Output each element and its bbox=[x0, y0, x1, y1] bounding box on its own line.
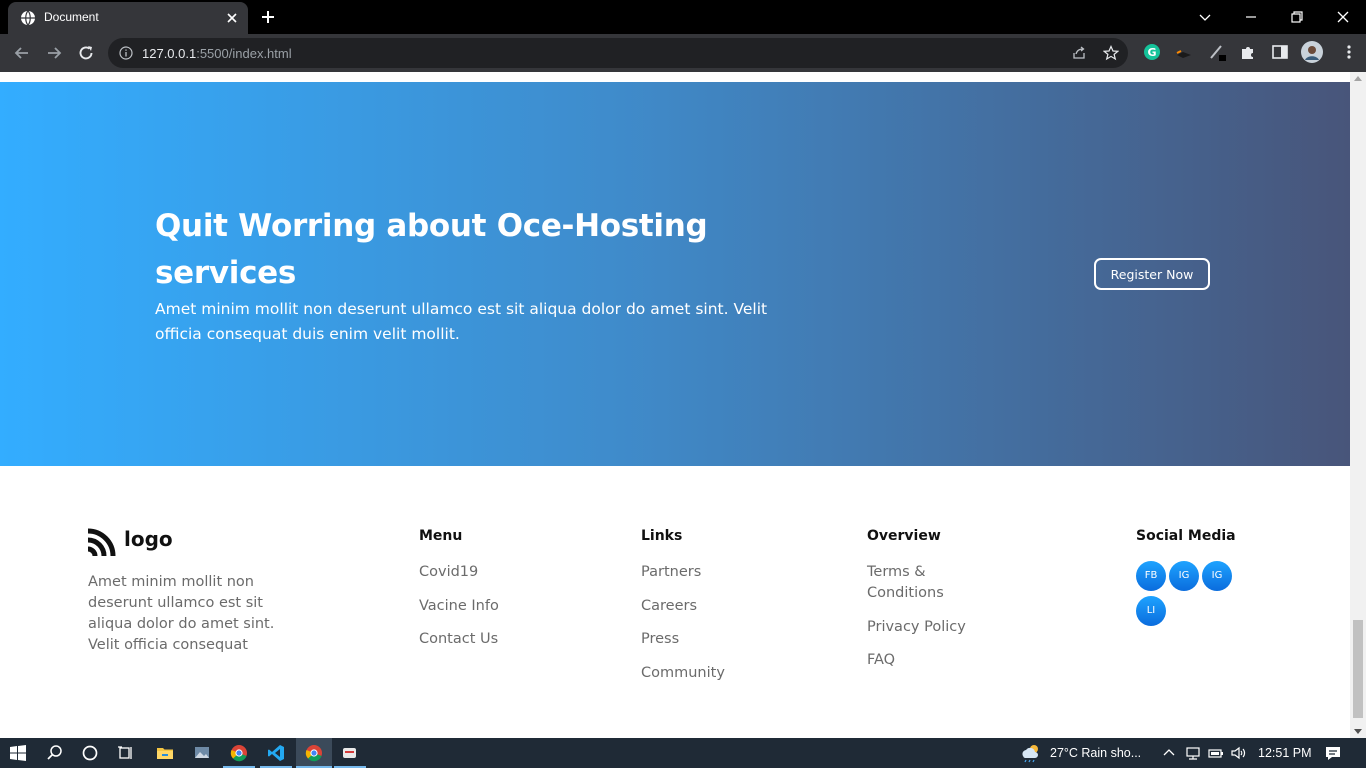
volume-icon[interactable] bbox=[1230, 744, 1248, 762]
footer-description: Amet minim mollit non deserunt ullamco e… bbox=[88, 574, 275, 653]
cortana-icon[interactable] bbox=[81, 744, 99, 762]
browser-tab[interactable]: Document bbox=[8, 2, 248, 34]
puzzle-extensions-icon[interactable] bbox=[1239, 43, 1257, 61]
social-media-heading: Social Media bbox=[1136, 528, 1236, 544]
scroll-up-arrow-icon[interactable] bbox=[1354, 76, 1362, 81]
links-link-community[interactable]: Community bbox=[641, 663, 725, 684]
scrollbar-thumb[interactable] bbox=[1353, 620, 1363, 718]
url-text[interactable]: 127.0.0.1:5500/index.html bbox=[142, 46, 292, 61]
url-host: 127.0.0.1 bbox=[142, 46, 197, 61]
address-bar[interactable]: 127.0.0.1:5500/index.html bbox=[108, 38, 1128, 68]
grammarly-icon[interactable]: G bbox=[1143, 43, 1161, 61]
footer-menu-column: Menu Covid19 Vacine Info Contact Us bbox=[419, 528, 499, 663]
facebook-button[interactable]: FB bbox=[1136, 561, 1166, 591]
file-explorer-icon[interactable] bbox=[156, 744, 174, 762]
reload-icon[interactable] bbox=[76, 43, 96, 63]
minimize-icon[interactable] bbox=[1243, 9, 1259, 25]
more-menu-icon[interactable] bbox=[1340, 43, 1358, 61]
close-window-icon[interactable] bbox=[1335, 9, 1351, 25]
globe-icon bbox=[21, 10, 35, 26]
links-heading: Links bbox=[641, 528, 683, 544]
svg-text:G: G bbox=[1147, 46, 1156, 59]
instagram-button[interactable]: IG bbox=[1169, 561, 1199, 591]
menu-link-contact-us[interactable]: Contact Us bbox=[419, 629, 499, 650]
logo-text: logo bbox=[124, 527, 173, 551]
side-panel-icon[interactable] bbox=[1271, 43, 1289, 61]
share-icon[interactable] bbox=[1071, 45, 1087, 61]
browser-toolbar: 127.0.0.1:5500/index.html G bbox=[0, 34, 1366, 72]
overview-link-terms[interactable]: Terms & Conditions bbox=[867, 562, 977, 604]
windows-taskbar: 27°C Rain sho... 12:51 PM bbox=[0, 738, 1366, 768]
app-shortcut-icon[interactable] bbox=[341, 744, 359, 762]
menu-link-covid19[interactable]: Covid19 bbox=[419, 562, 499, 583]
notification-center-icon[interactable] bbox=[1324, 744, 1342, 762]
photos-app-icon[interactable] bbox=[193, 744, 211, 762]
footer-overview-column: Overview Terms & Conditions Privacy Poli… bbox=[867, 528, 977, 684]
tab-search-chevron-icon[interactable] bbox=[1197, 9, 1213, 25]
overview-link-privacy[interactable]: Privacy Policy bbox=[867, 617, 977, 638]
chrome-icon[interactable] bbox=[230, 744, 248, 762]
hero-description: Amet minim mollit non deserunt ullamco e… bbox=[155, 300, 768, 343]
new-tab-icon[interactable] bbox=[260, 9, 276, 25]
overview-heading: Overview bbox=[867, 528, 941, 544]
web-page: Quit Worring about Oce-Hosting services … bbox=[0, 72, 1350, 738]
scroll-down-arrow-icon[interactable] bbox=[1354, 729, 1362, 734]
register-now-button[interactable]: Register Now bbox=[1094, 258, 1210, 290]
menu-link-vacine-info[interactable]: Vacine Info bbox=[419, 596, 499, 617]
footer-links-column: Links Partners Careers Press Community bbox=[641, 528, 725, 696]
back-arrow-icon[interactable] bbox=[12, 43, 32, 63]
battery-icon[interactable] bbox=[1207, 744, 1225, 762]
links-link-partners[interactable]: Partners bbox=[641, 562, 725, 583]
overview-link-faq[interactable]: FAQ bbox=[867, 650, 977, 671]
restore-icon[interactable] bbox=[1289, 9, 1305, 25]
site-info-icon[interactable] bbox=[119, 46, 133, 60]
task-view-icon[interactable] bbox=[117, 744, 135, 762]
network-icon[interactable] bbox=[1184, 744, 1202, 762]
search-icon[interactable] bbox=[46, 744, 64, 762]
vscode-icon[interactable] bbox=[267, 744, 285, 762]
chevron-up-icon[interactable] bbox=[1160, 744, 1178, 762]
browser-tab-bar: Document bbox=[0, 0, 1366, 34]
links-link-press[interactable]: Press bbox=[641, 629, 725, 650]
logo-icon bbox=[88, 528, 116, 556]
close-tab-icon[interactable] bbox=[224, 10, 240, 26]
hero-banner: Quit Worring about Oce-Hosting services … bbox=[0, 82, 1350, 466]
forward-arrow-icon[interactable] bbox=[44, 43, 64, 63]
linkedin-button[interactable]: LI bbox=[1136, 596, 1166, 626]
vertical-scrollbar[interactable] bbox=[1350, 72, 1366, 738]
windows-start-icon[interactable] bbox=[9, 744, 27, 762]
bookmark-star-icon[interactable] bbox=[1103, 45, 1119, 61]
weather-rain-icon[interactable] bbox=[1020, 743, 1042, 763]
clock-time[interactable]: 12:51 PM bbox=[1258, 746, 1312, 760]
profile-avatar[interactable] bbox=[1301, 41, 1323, 63]
pen-extension-icon[interactable] bbox=[1208, 43, 1226, 61]
weather-text[interactable]: 27°C Rain sho... bbox=[1050, 746, 1141, 760]
menu-heading: Menu bbox=[419, 528, 463, 544]
hero-title: Quit Worring about Oce-Hosting services bbox=[155, 208, 708, 291]
instagram-button-2[interactable]: IG bbox=[1202, 561, 1232, 591]
chrome-active-icon[interactable] bbox=[305, 744, 323, 762]
url-path: :5500/index.html bbox=[196, 46, 292, 61]
links-link-careers[interactable]: Careers bbox=[641, 596, 725, 617]
extension-icon[interactable] bbox=[1175, 43, 1193, 61]
tab-title: Document bbox=[44, 10, 99, 24]
